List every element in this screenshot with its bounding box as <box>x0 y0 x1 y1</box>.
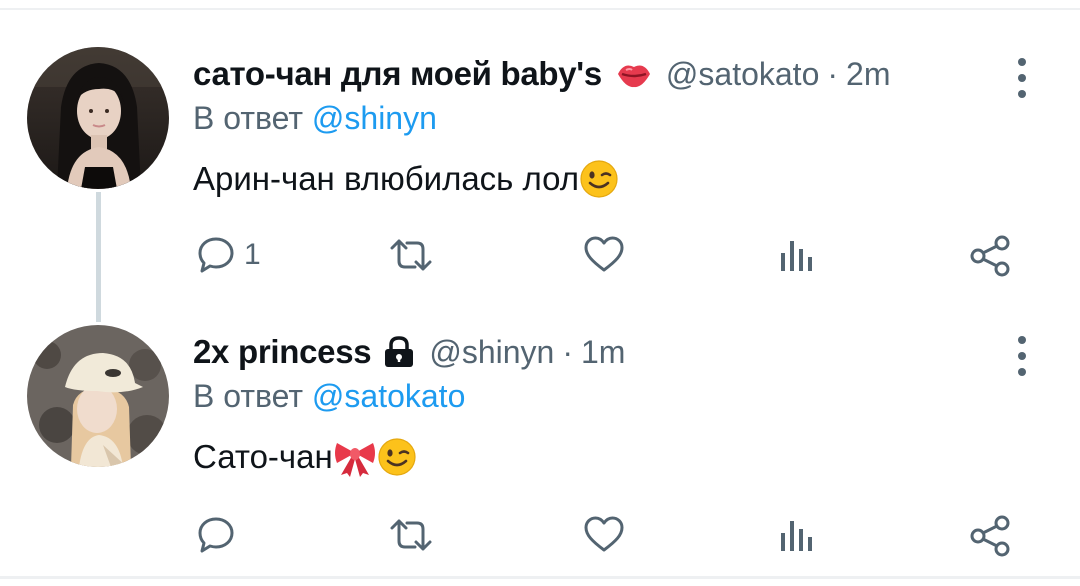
reply-mention-link[interactable]: @satokato <box>312 378 465 414</box>
winking-face-emoji-icon <box>579 159 619 199</box>
dot <box>1018 368 1026 376</box>
reply-prefix: В ответ <box>193 378 304 414</box>
separator-dot: · <box>827 55 839 92</box>
reply-context: В ответ @satokato <box>193 378 465 415</box>
tweet-header: сато-чан для моей baby's @satokato · 2m <box>193 52 890 96</box>
dot <box>1018 336 1026 344</box>
reply-icon <box>198 237 234 273</box>
ribbon-emoji-icon <box>333 437 377 477</box>
tweet-header: 2x princess @shinyn · 1m <box>193 330 625 374</box>
retweet-icon <box>390 519 432 551</box>
analytics-button[interactable] <box>778 515 814 555</box>
dot <box>1018 352 1026 360</box>
reply-button[interactable] <box>196 515 244 555</box>
user-handle[interactable]: @satokato <box>666 56 819 93</box>
avatar[interactable] <box>27 47 169 189</box>
kiss-lips-icon <box>614 54 654 94</box>
dot <box>1018 90 1026 98</box>
display-name[interactable]: 2x princess <box>193 333 372 371</box>
reply-mention-link[interactable]: @shinyn <box>312 100 437 136</box>
share-button[interactable] <box>970 515 1012 557</box>
tweet-actions <box>0 515 1080 559</box>
timestamp[interactable]: 2m <box>846 56 890 93</box>
dot <box>1018 58 1026 66</box>
dot <box>1018 74 1026 82</box>
user-handle[interactable]: @shinyn <box>429 334 554 371</box>
share-icon <box>970 515 1010 557</box>
analytics-button[interactable] <box>778 235 814 275</box>
reply-icon <box>198 517 234 553</box>
avatar[interactable] <box>27 325 169 467</box>
heart-icon <box>584 236 624 272</box>
tweet-text-content: Арин-чан влюбилась лол <box>193 160 580 197</box>
analytics-icon <box>781 521 812 551</box>
separator-dot: · <box>562 333 573 370</box>
retweet-button[interactable] <box>388 515 434 555</box>
share-button[interactable] <box>970 235 1012 277</box>
analytics-icon <box>781 241 812 271</box>
like-button[interactable] <box>584 235 624 275</box>
reply-button[interactable]: 1 <box>196 235 261 275</box>
reply-prefix: В ответ <box>193 100 304 136</box>
timestamp[interactable]: 1m <box>581 334 625 371</box>
reply-context: В ответ @shinyn <box>193 100 437 137</box>
more-options-icon[interactable] <box>1008 58 1036 98</box>
lock-icon <box>381 334 417 370</box>
retweet-icon <box>390 239 432 271</box>
top-divider <box>0 8 1080 10</box>
like-button[interactable] <box>584 515 624 555</box>
tweet-text-content: Сато-чан <box>193 438 333 475</box>
tweet-actions: 1 <box>0 235 1080 279</box>
display-name[interactable]: сато-чан для моей baby's <box>193 55 602 93</box>
tweet-text: Арин-чан влюбилась лол <box>193 159 619 199</box>
bottom-divider <box>0 576 1080 579</box>
share-icon <box>970 235 1010 277</box>
winking-face-emoji-icon <box>377 437 417 477</box>
more-options-icon[interactable] <box>1008 336 1036 376</box>
tweet-text: Сато-чан <box>193 437 417 477</box>
heart-icon <box>584 516 624 552</box>
retweet-button[interactable] <box>388 235 434 275</box>
reply-count: 1 <box>244 238 261 271</box>
